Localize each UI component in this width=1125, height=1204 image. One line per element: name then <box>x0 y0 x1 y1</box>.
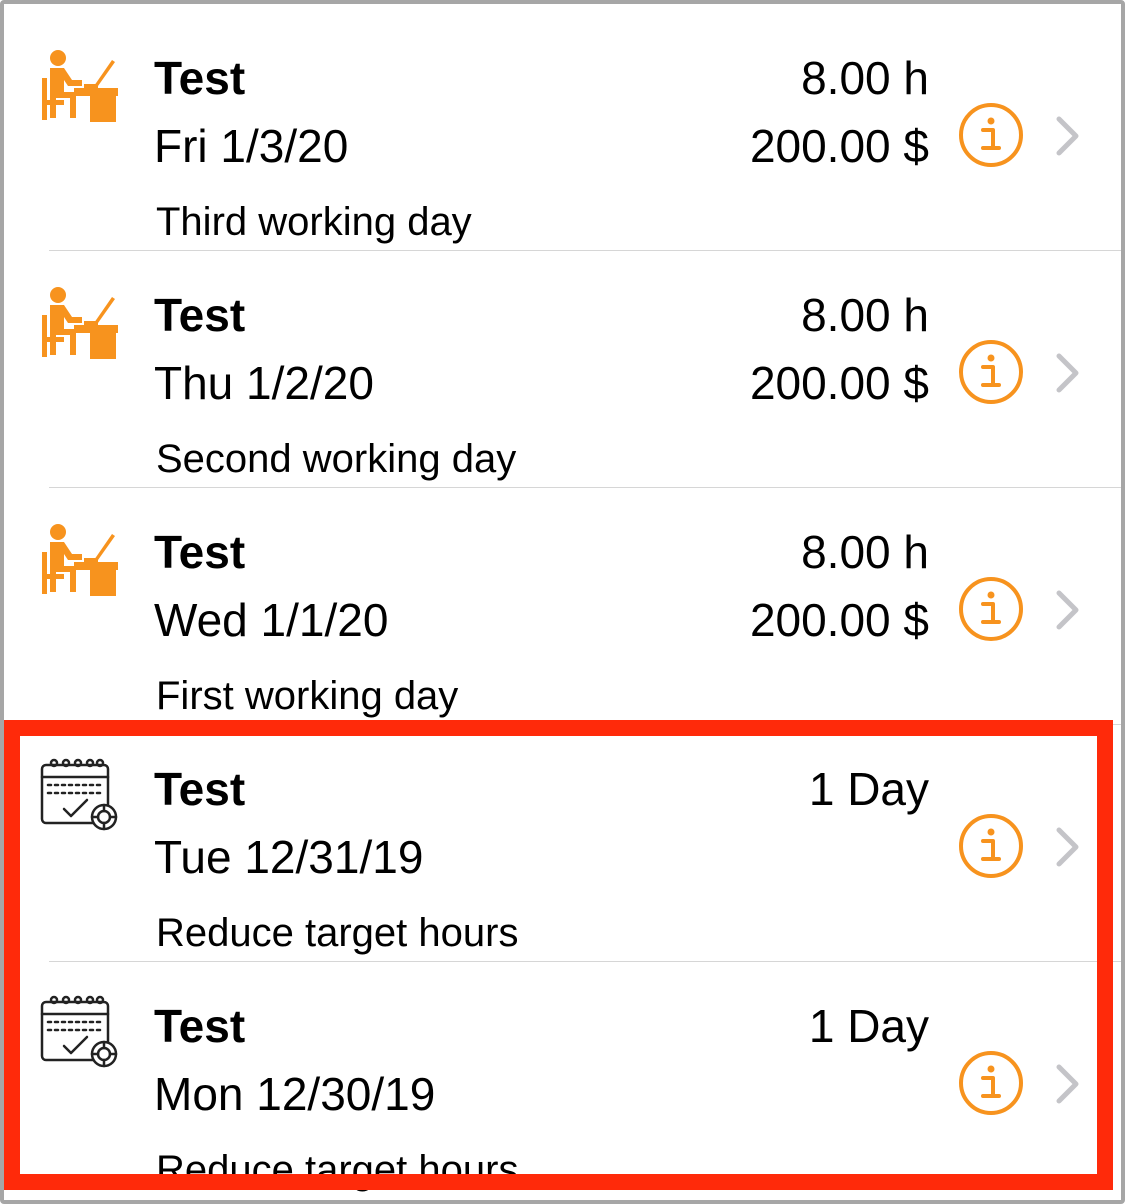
entry-date: Wed 1/1/20 <box>154 594 389 646</box>
entry-title: Test <box>154 526 246 578</box>
entry-hours: 8.00 h <box>801 289 929 341</box>
entry-note: Reduce target hours <box>156 911 519 955</box>
entry-title: Test <box>154 1000 246 1052</box>
entry-earnings: 200.00 $ <box>749 357 929 409</box>
calendar-check-icon <box>38 992 120 1074</box>
chevron-right-icon[interactable] <box>1054 114 1082 158</box>
app-frame: Test Fri 1/3/20 Third working day 8.00 h… <box>0 0 1125 1204</box>
entry-note: Third working day <box>156 200 472 244</box>
info-icon[interactable] <box>958 1050 1024 1116</box>
list-item[interactable]: Test Fri 1/3/20 Third working day 8.00 h… <box>4 14 1121 251</box>
chevron-right-icon[interactable] <box>1054 825 1082 869</box>
info-icon[interactable] <box>958 813 1024 879</box>
entry-note: First working day <box>156 674 459 718</box>
entry-hours: 8.00 h <box>801 52 929 104</box>
entries-list: Test Fri 1/3/20 Third working day 8.00 h… <box>4 14 1121 1199</box>
calendar-check-icon <box>38 755 120 837</box>
entry-title: Test <box>154 289 246 341</box>
chevron-right-icon[interactable] <box>1054 588 1082 632</box>
entry-note: Reduce target hours <box>156 1148 519 1192</box>
entry-title: Test <box>154 52 246 104</box>
entry-hours: 8.00 h <box>801 526 929 578</box>
list-item[interactable]: Test Thu 1/2/20 Second working day 8.00 … <box>4 251 1121 488</box>
info-icon[interactable] <box>958 102 1024 168</box>
info-icon[interactable] <box>958 339 1024 405</box>
list-item[interactable]: Test Wed 1/1/20 First working day 8.00 h… <box>4 488 1121 725</box>
chevron-right-icon[interactable] <box>1054 351 1082 395</box>
entry-date: Mon 12/30/19 <box>154 1068 436 1120</box>
entry-earnings: 200.00 $ <box>749 594 929 646</box>
entry-duration: 1 Day <box>808 763 929 815</box>
worker-desk-icon <box>38 518 120 600</box>
info-icon[interactable] <box>958 576 1024 642</box>
entry-earnings: 200.00 $ <box>749 120 929 172</box>
entry-duration: 1 Day <box>808 1000 929 1052</box>
list-item[interactable]: Test Tue 12/31/19 Reduce target hours 1 … <box>4 725 1121 962</box>
worker-desk-icon <box>38 281 120 363</box>
entry-date: Thu 1/2/20 <box>154 357 374 409</box>
chevron-right-icon[interactable] <box>1054 1062 1082 1106</box>
entry-title: Test <box>154 763 246 815</box>
entry-date: Fri 1/3/20 <box>154 120 349 172</box>
entry-date: Tue 12/31/19 <box>154 831 424 883</box>
entry-note: Second working day <box>156 437 517 481</box>
list-item[interactable]: Test Mon 12/30/19 Reduce target hours 1 … <box>4 962 1121 1199</box>
worker-desk-icon <box>38 44 120 126</box>
